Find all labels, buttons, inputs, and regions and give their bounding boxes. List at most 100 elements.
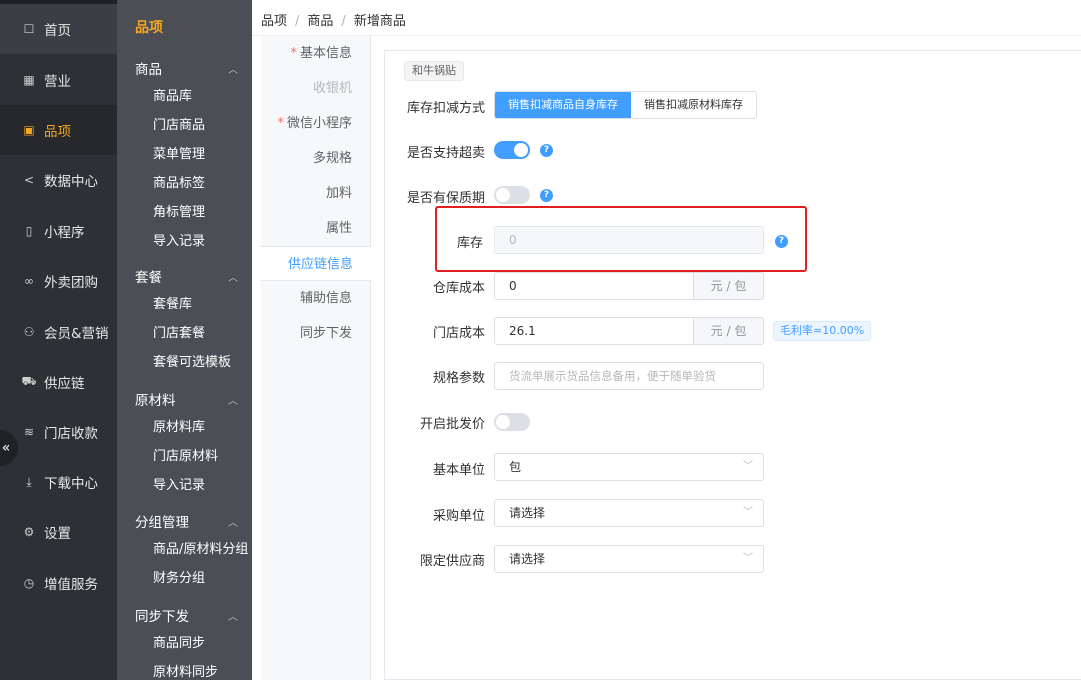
nav-group-header[interactable]: 同步下发 ︿: [117, 601, 252, 629]
nav-item-mini-program[interactable]: ▯ 小程序: [0, 206, 117, 256]
group-label: 商品: [135, 62, 162, 78]
tab-cash-register[interactable]: 收银机: [260, 71, 370, 106]
nav-sub-item[interactable]: 导入记录: [117, 471, 252, 500]
tab-wechat-mini-program[interactable]: * 微信小程序: [260, 106, 370, 141]
supply-chain-form: 和牛锅贴 库存扣减方式 销售扣减商品自身库存 销售扣减原材料库存 是否支持超卖 …: [384, 50, 1081, 680]
base-unit-label: 基本单位: [433, 463, 486, 478]
wholesale-switch[interactable]: [494, 413, 530, 431]
nav-group-header[interactable]: 商品 ︿: [117, 54, 252, 82]
primary-sidebar: ☐ 首页 ▦ 营业 ▣ 品项 < 数据中心 ▯ 小程序 ∞ 外卖团购 ⚇ 会员&营销 ⛟ 供应链…: [0, 0, 117, 680]
secondary-sidebar: 品项 商品 ︿ 商品库 门店商品 菜单管理 商品标签 角标管理 导入记录 套餐 ︿ …: [117, 0, 252, 680]
main-content: 品项 / 商品 / 新增商品 * 基本信息 收银机 * 微信小程序 多规格 加料 属性 供应…: [252, 0, 1081, 680]
nav-item-label: 外卖团购: [44, 275, 98, 291]
help-icon[interactable]: ?: [775, 235, 788, 248]
section-title: 品项: [135, 20, 163, 36]
group-label: 原材料: [135, 393, 176, 409]
nav-sub-item[interactable]: 门店原材料: [117, 442, 252, 471]
select-value: 包: [509, 460, 522, 474]
store-cost-label: 门店成本: [433, 326, 486, 341]
stock-deduct-option-materials[interactable]: 销售扣减原材料库存: [631, 92, 756, 118]
nav-item-delivery[interactable]: ∞ 外卖团购: [0, 256, 117, 306]
tab-multi-spec[interactable]: 多规格: [260, 141, 370, 176]
stock-deduct-segmented: 销售扣减商品自身库存 销售扣减原材料库存: [494, 91, 757, 119]
tab-label: 微信小程序: [286, 116, 352, 131]
nav-sub-item[interactable]: 财务分组: [117, 564, 252, 593]
tab-sync-distribute[interactable]: 同步下发: [260, 316, 370, 351]
store-cost-unit: 元 / 包: [694, 317, 764, 345]
nav-sub-item[interactable]: 商品同步: [117, 629, 252, 658]
nav-sub-item[interactable]: 门店套餐: [117, 319, 252, 348]
nav-item-downloads[interactable]: ⤓ 下载中心: [0, 457, 117, 507]
nav-item-label: 增值服务: [44, 577, 98, 593]
nav-sub-item[interactable]: 商品库: [117, 82, 252, 111]
form-section-tabs: * 基本信息 收银机 * 微信小程序 多规格 加料 属性 供应链信息 辅助信息 同步…: [260, 36, 371, 680]
spec-params-input[interactable]: 货流单展示货品信息备用，便于随单验货: [494, 362, 764, 390]
store-cost-input[interactable]: 26.1: [494, 317, 694, 345]
nav-sub-item[interactable]: 套餐可选模板: [117, 348, 252, 377]
nav-sub-item[interactable]: 原材料同步: [117, 658, 252, 680]
oversell-switch[interactable]: [494, 141, 530, 159]
nav-group-header[interactable]: 分组管理 ︿: [117, 507, 252, 535]
bag-icon: ▣: [23, 123, 35, 137]
nav-item-label: 下载中心: [44, 476, 98, 492]
tab-basic-info[interactable]: * 基本信息: [260, 36, 370, 71]
nav-sub-item[interactable]: 商品标签: [117, 169, 252, 198]
purchase-unit-select[interactable]: 请选择 ﹀: [494, 499, 764, 527]
tab-supply-chain-info[interactable]: 供应链信息: [260, 246, 371, 281]
breadcrumb-item[interactable]: 品项: [261, 14, 287, 29]
tab-auxiliary-info[interactable]: 辅助信息: [260, 281, 370, 316]
warehouse-cost-label: 仓库成本: [433, 281, 486, 296]
chevron-down-icon: ﹀: [743, 507, 753, 518]
nav-item-label: 首页: [44, 23, 71, 39]
tab-attributes[interactable]: 属性: [260, 211, 370, 246]
stock-deduct-option-self[interactable]: 销售扣减商品自身库存: [495, 92, 631, 118]
nav-sub-item[interactable]: 套餐库: [117, 290, 252, 319]
breadcrumb-item[interactable]: 商品: [307, 14, 333, 29]
nav-item-data-center[interactable]: < 数据中心: [0, 155, 117, 205]
chevron-up-icon: ︿: [228, 611, 238, 623]
warehouse-cost-unit: 元 / 包: [694, 272, 764, 300]
nav-group-header[interactable]: 原材料 ︿: [117, 385, 252, 413]
base-unit-select[interactable]: 包 ﹀: [494, 453, 764, 481]
nav-sub-item[interactable]: 商品/原材料分组: [117, 535, 252, 564]
nav-item-products[interactable]: ▣ 品项: [0, 105, 117, 155]
gear-icon: ⚙: [23, 525, 35, 539]
nav-item-home[interactable]: ☐ 首页: [0, 4, 117, 54]
breadcrumb-separator: /: [295, 14, 300, 29]
nav-sub-item[interactable]: 门店商品: [117, 111, 252, 140]
group-label: 套餐: [135, 270, 162, 286]
gross-margin-badge: 毛利率≈10.00%: [773, 321, 872, 341]
bike-icon: ∞: [24, 274, 34, 288]
spec-params-label: 规格参数: [433, 371, 486, 386]
tab-label: 供应链信息: [287, 257, 353, 272]
help-icon[interactable]: ?: [540, 144, 553, 157]
download-icon: ⤓: [26, 474, 32, 489]
nav-sub-item[interactable]: 原材料库: [117, 413, 252, 442]
chevron-down-icon: ﹀: [743, 461, 753, 472]
nav-sub-item[interactable]: 导入记录: [117, 227, 252, 256]
calendar-icon: ▦: [23, 73, 35, 87]
warehouse-cost-input[interactable]: 0: [494, 272, 694, 300]
nav-sub-item[interactable]: 菜单管理: [117, 140, 252, 169]
nav-item-settings[interactable]: ⚙ 设置: [0, 507, 117, 557]
nav-group-header[interactable]: 套餐 ︿: [117, 262, 252, 290]
tab-add-ons[interactable]: 加料: [260, 176, 370, 211]
stock-input[interactable]: 0: [494, 226, 764, 254]
nav-item-members[interactable]: ⚇ 会员&营销: [0, 307, 117, 357]
purchase-unit-label: 采购单位: [433, 509, 486, 524]
chevron-up-icon: ︿: [228, 395, 238, 407]
nav-item-supply-chain[interactable]: ⛟ 供应链: [0, 357, 117, 407]
nav-group-groups: 分组管理 ︿ 商品/原材料分组 财务分组: [117, 507, 252, 593]
shelf-life-label: 是否有保质期: [407, 191, 486, 206]
shelf-life-switch[interactable]: [494, 186, 530, 204]
database-icon: ≋: [23, 425, 35, 439]
breadcrumb-separator: /: [341, 14, 346, 29]
nav-item-business[interactable]: ▦ 营业: [0, 55, 117, 105]
nav-item-value-added[interactable]: ◷ 增值服务: [0, 558, 117, 608]
nav-group-combos: 套餐 ︿ 套餐库 门店套餐 套餐可选模板: [117, 262, 252, 377]
supplier-select[interactable]: 请选择 ﹀: [494, 545, 764, 573]
nav-item-label: 营业: [44, 74, 71, 90]
help-icon[interactable]: ?: [540, 189, 553, 202]
nav-sub-item[interactable]: 角标管理: [117, 198, 252, 227]
tab-label: 收银机: [312, 81, 352, 96]
